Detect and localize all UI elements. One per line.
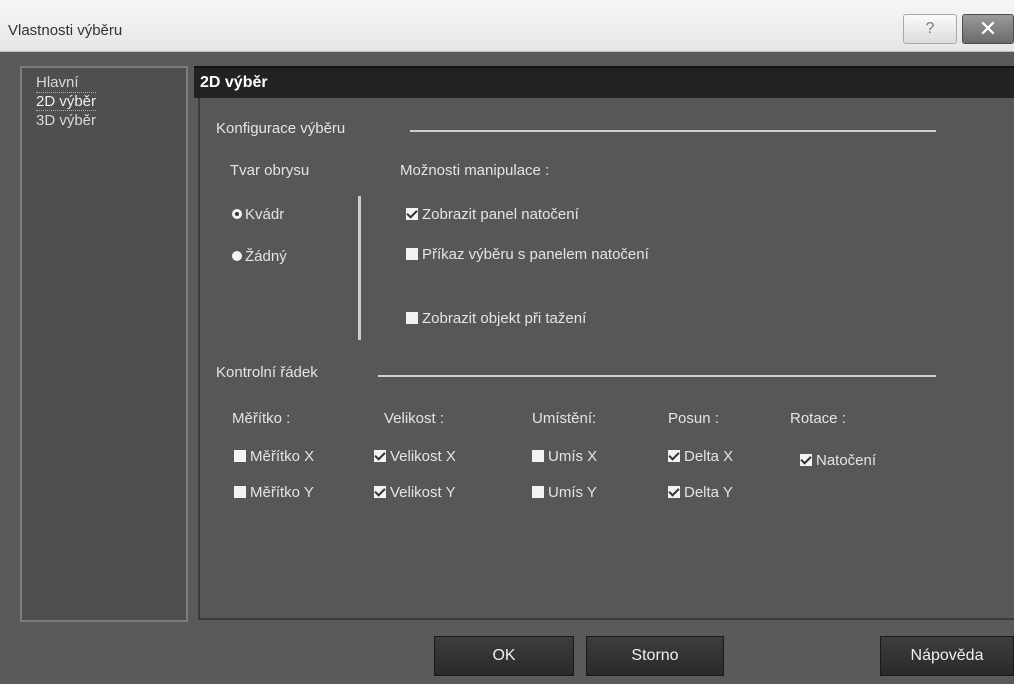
checkbox-checked-icon <box>800 454 812 466</box>
section-divider <box>410 130 936 132</box>
column-header-size: Velikost : <box>384 410 445 427</box>
section-title-control-line: Kontrolní řádek <box>216 364 318 381</box>
close-icon[interactable]: ✕ <box>962 14 1014 44</box>
checkbox-label: Měřítko X <box>250 448 315 465</box>
title-bar: Vlastnosti výběru ? ✕ <box>0 0 1014 52</box>
checkbox-label: Umís X <box>548 448 598 465</box>
radio-none[interactable]: Žádný <box>232 248 287 265</box>
checkbox-unchecked-icon <box>406 312 418 324</box>
nav-item-3d-selection[interactable]: 3D výběr <box>36 112 96 129</box>
checkbox-unchecked-icon <box>234 450 246 462</box>
column-header-offset: Posun : <box>668 410 719 427</box>
checkbox-rotation[interactable]: Natočení <box>800 452 876 469</box>
column-header-position: Umístění: <box>532 410 597 427</box>
checkbox-unchecked-icon <box>234 486 246 498</box>
checkbox-scale-x[interactable]: Měřítko X <box>234 448 314 465</box>
settings-panel: Konfigurace výběru Tvar obrysu Možnosti … <box>198 98 1014 620</box>
checkbox-size-x[interactable]: Velikost X <box>374 448 456 465</box>
checkbox-checked-icon <box>374 450 386 462</box>
checkbox-unchecked-icon <box>532 450 544 462</box>
checkbox-label: Velikost X <box>390 448 456 465</box>
nav-item-2d-selection[interactable]: 2D výběr <box>36 92 97 111</box>
checkbox-label: Velikost Y <box>390 484 456 501</box>
panel-title: 2D výběr <box>200 74 268 91</box>
checkbox-unchecked-icon <box>406 248 418 260</box>
radio-cuboid[interactable]: Kvádr <box>232 206 284 223</box>
checkbox-label: Umís Y <box>548 484 597 501</box>
checkbox-label: Delta X <box>684 448 734 465</box>
checkbox-position-x[interactable]: Umís X <box>532 448 597 465</box>
checkbox-select-with-rotation[interactable]: Příkaz výběru s panelem natočení <box>406 246 649 263</box>
radio-label: Žádný <box>245 248 287 265</box>
column-header-rotation: Rotace : <box>790 410 846 427</box>
outline-shape-label: Tvar obrysu <box>230 162 310 179</box>
nav-item-main[interactable]: Hlavní <box>36 74 79 91</box>
checkbox-size-y[interactable]: Velikost Y <box>374 484 456 501</box>
checkbox-show-object-drag[interactable]: Zobrazit objekt při tažení <box>406 310 586 327</box>
checkbox-label: Příkaz výběru s panelem natočení <box>422 246 649 263</box>
manipulation-label: Možnosti manipulace : <box>400 162 550 179</box>
checkbox-label: Delta Y <box>684 484 733 501</box>
category-tree: Hlavní 2D výběr 3D výběr <box>20 66 188 622</box>
checkbox-scale-y[interactable]: Měřítko Y <box>234 484 314 501</box>
help-button[interactable]: Nápověda <box>880 636 1014 676</box>
help-icon[interactable]: ? <box>903 14 957 44</box>
checkbox-checked-icon <box>668 450 680 462</box>
checkbox-delta-y[interactable]: Delta Y <box>668 484 733 501</box>
radio-unselected-icon <box>232 251 242 261</box>
vertical-divider <box>358 196 361 340</box>
checkbox-label: Natočení <box>816 452 877 469</box>
checkbox-checked-icon <box>406 208 418 220</box>
section-title-config: Konfigurace výběru <box>216 120 346 137</box>
panel-header: 2D výběr <box>194 66 1014 98</box>
checkbox-unchecked-icon <box>532 486 544 498</box>
window-title: Vlastnosti výběru <box>8 22 123 39</box>
checkbox-position-y[interactable]: Umís Y <box>532 484 597 501</box>
column-header-scale: Měřítko : <box>232 410 291 427</box>
cancel-button[interactable]: Storno <box>586 636 724 676</box>
section-divider <box>378 375 936 377</box>
checkbox-delta-x[interactable]: Delta X <box>668 448 733 465</box>
checkbox-label: Zobrazit panel natočení <box>422 206 579 223</box>
checkbox-checked-icon <box>668 486 680 498</box>
ok-button[interactable]: OK <box>434 636 574 676</box>
checkbox-label: Měřítko Y <box>250 484 314 501</box>
radio-label: Kvádr <box>245 206 285 223</box>
radio-selected-icon <box>232 209 242 219</box>
checkbox-label: Zobrazit objekt při tažení <box>422 310 587 327</box>
checkbox-checked-icon <box>374 486 386 498</box>
checkbox-show-rotation-panel[interactable]: Zobrazit panel natočení <box>406 206 579 223</box>
